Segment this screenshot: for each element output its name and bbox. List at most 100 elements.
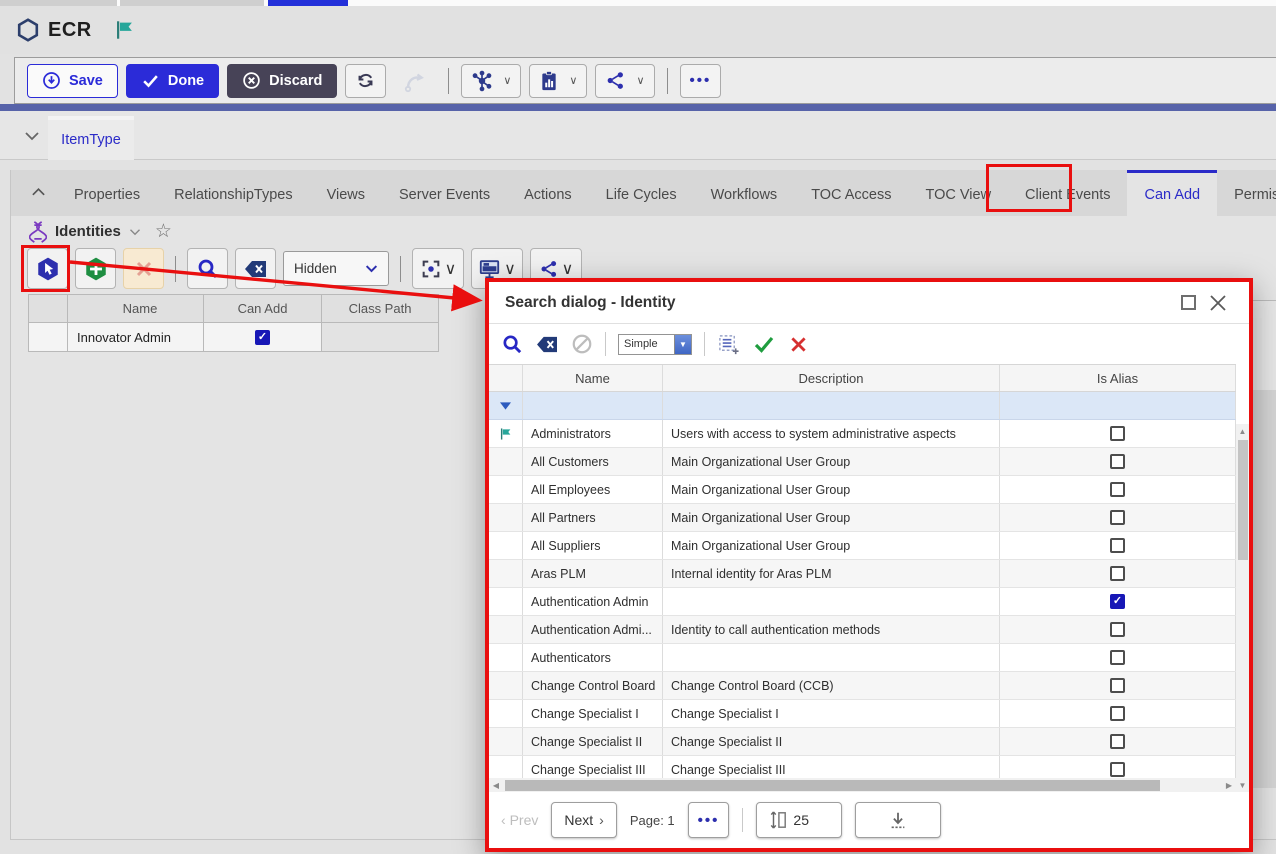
tab-properties[interactable]: Properties — [57, 170, 157, 216]
row-selector[interactable] — [489, 560, 523, 587]
col-class-path[interactable]: Class Path — [322, 294, 439, 323]
is-alias-checkbox[interactable] — [1110, 762, 1125, 777]
scroll-down-icon[interactable]: ▼ — [1236, 778, 1249, 792]
refresh-button[interactable] — [345, 64, 386, 98]
filter-dropdown[interactable] — [489, 392, 523, 419]
is-alias-checkbox[interactable] — [1110, 482, 1125, 497]
table-row[interactable]: Innovator Admin — [28, 323, 439, 352]
dialog-row[interactable]: Change Specialist IIIChange Specialist I… — [489, 756, 1236, 778]
col-name[interactable]: Name — [523, 365, 663, 391]
reports-dropdown-button[interactable]: ∨ — [529, 64, 587, 98]
save-button[interactable]: Save — [27, 64, 118, 98]
flag-icon[interactable] — [114, 19, 136, 41]
chevron-down-icon[interactable] — [24, 131, 40, 141]
is-alias-checkbox[interactable] — [1110, 622, 1125, 637]
maximize-button[interactable] — [1173, 288, 1203, 318]
tab-relationshiptypes[interactable]: RelationshipTypes — [157, 170, 310, 216]
discard-button[interactable]: Discard — [227, 64, 337, 98]
tab-client-events[interactable]: Client Events — [1008, 170, 1127, 216]
row-selector[interactable] — [489, 476, 523, 503]
close-button[interactable] — [1203, 288, 1233, 318]
row-selector[interactable] — [489, 672, 523, 699]
dialog-row[interactable]: Authentication Admi...Identity to call a… — [489, 616, 1236, 644]
col-name[interactable]: Name — [68, 294, 204, 323]
dialog-row[interactable]: Change Specialist IIChange Specialist II — [489, 728, 1236, 756]
multiselect-list-icon[interactable] — [717, 333, 740, 356]
tab-permissions[interactable]: Permissions — [1217, 170, 1276, 216]
is-alias-checkbox[interactable] — [1110, 454, 1125, 469]
tab-views[interactable]: Views — [310, 170, 382, 216]
row-selector[interactable] — [28, 323, 68, 352]
col-can-add[interactable]: Can Add — [204, 294, 322, 323]
row-selector[interactable] — [489, 700, 523, 727]
dialog-row[interactable]: All PartnersMain Organizational User Gro… — [489, 504, 1236, 532]
tab-toc-access[interactable]: TOC Access — [794, 170, 908, 216]
scroll-left-icon[interactable]: ◀ — [489, 781, 503, 790]
dialog-row[interactable]: All SuppliersMain Organizational User Gr… — [489, 532, 1236, 560]
favorite-star-icon[interactable]: ☆ — [155, 220, 172, 243]
backspace-clear-icon[interactable] — [536, 335, 559, 354]
chevron-down-icon[interactable] — [129, 228, 141, 236]
is-alias-checkbox[interactable] — [1110, 594, 1125, 609]
row-selector[interactable] — [489, 616, 523, 643]
row-selector[interactable] — [489, 588, 523, 615]
row-selector[interactable] — [489, 756, 523, 778]
row-selector[interactable] — [489, 504, 523, 531]
tab-toc-view[interactable]: TOC View — [909, 170, 1009, 216]
collapse-chevron-icon[interactable] — [31, 187, 46, 197]
tab-actions[interactable]: Actions — [507, 170, 589, 216]
dialog-row[interactable]: Aras PLMInternal identity for Aras PLM — [489, 560, 1236, 588]
structure-dropdown-button[interactable]: ∨ — [461, 64, 521, 98]
filter-name-cell[interactable] — [523, 392, 663, 419]
hidden-filter-select[interactable]: Hidden — [283, 251, 389, 286]
page-overflow-button[interactable]: ••• — [688, 802, 730, 838]
filter-is-alias-cell[interactable] — [1000, 392, 1236, 419]
dialog-row[interactable]: AdministratorsUsers with access to syste… — [489, 420, 1236, 448]
row-flag-icon[interactable] — [489, 420, 523, 447]
scroll-right-icon[interactable]: ▶ — [1222, 781, 1236, 790]
filter-description-cell[interactable] — [663, 392, 1000, 419]
row-selector[interactable] — [489, 644, 523, 671]
tab-server-events[interactable]: Server Events — [382, 170, 507, 216]
dialog-row[interactable]: Change Control BoardChange Control Board… — [489, 672, 1236, 700]
focus-dropdown-button[interactable]: ∨ — [412, 248, 464, 289]
search-button[interactable] — [187, 248, 228, 289]
tab-itemtype[interactable]: ItemType — [48, 116, 134, 160]
dialog-row[interactable]: Authenticators — [489, 644, 1236, 672]
cancel-x-icon[interactable] — [788, 334, 809, 355]
row-selector[interactable] — [489, 448, 523, 475]
is-alias-checkbox[interactable] — [1110, 510, 1125, 525]
horizontal-scrollbar[interactable]: ◀ ▶ — [489, 778, 1236, 792]
tab-workflows[interactable]: Workflows — [694, 170, 795, 216]
share-dropdown-button[interactable]: ∨ — [595, 64, 654, 98]
overflow-button[interactable]: ••• — [680, 64, 722, 98]
dialog-row[interactable]: Authentication Admin — [489, 588, 1236, 616]
new-related-button[interactable] — [75, 248, 116, 289]
tab-can-add[interactable]: Can Add — [1127, 170, 1217, 216]
is-alias-checkbox[interactable] — [1110, 734, 1125, 749]
is-alias-checkbox[interactable] — [1110, 538, 1125, 553]
row-selector[interactable] — [489, 532, 523, 559]
dialog-row[interactable]: Change Specialist IChange Specialist I — [489, 700, 1236, 728]
can-add-checkbox[interactable] — [255, 330, 270, 345]
pick-related-button[interactable] — [27, 248, 68, 289]
clear-search-button[interactable] — [235, 248, 276, 289]
is-alias-checkbox[interactable] — [1110, 650, 1125, 665]
done-button[interactable]: Done — [126, 64, 219, 98]
is-alias-checkbox[interactable] — [1110, 678, 1125, 693]
scrollbar-thumb[interactable] — [1238, 440, 1248, 560]
col-description[interactable]: Description — [663, 365, 1000, 391]
tab-life-cycles[interactable]: Life Cycles — [589, 170, 694, 216]
next-page-button[interactable]: Next › — [551, 802, 616, 838]
scrollbar-thumb[interactable] — [505, 780, 1160, 791]
page-size-control[interactable]: 25 — [756, 802, 842, 838]
download-button[interactable] — [855, 802, 941, 838]
is-alias-checkbox[interactable] — [1110, 706, 1125, 721]
confirm-check-icon[interactable] — [752, 332, 776, 356]
dialog-row[interactable]: All EmployeesMain Organizational User Gr… — [489, 476, 1236, 504]
search-mode-select[interactable]: Simple ▼ — [618, 334, 692, 355]
vertical-scrollbar[interactable]: ▲ ▼ — [1236, 424, 1249, 792]
is-alias-checkbox[interactable] — [1110, 426, 1125, 441]
col-is-alias[interactable]: Is Alias — [1000, 365, 1236, 391]
is-alias-checkbox[interactable] — [1110, 566, 1125, 581]
